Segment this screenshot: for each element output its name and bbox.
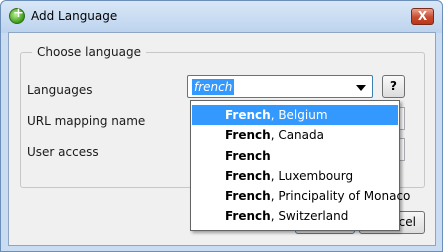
dropdown-item[interactable]: French, Canada (192, 125, 398, 145)
title-bar[interactable]: Add Language X (1, 1, 442, 33)
url-mapping-label: URL mapping name (27, 114, 146, 128)
languages-label: Languages (27, 83, 93, 97)
dropdown-item[interactable]: French, Luxembourg (192, 166, 398, 186)
app-icon (9, 6, 25, 24)
dropdown-item[interactable]: French, Switzerland (192, 206, 398, 226)
window-title: Add Language (31, 9, 118, 23)
help-button[interactable]: ? (382, 75, 405, 98)
add-language-dialog: Add Language X Choose language Languages… (0, 0, 443, 252)
dropdown-item[interactable]: French, Belgium (192, 105, 398, 125)
languages-combo-text[interactable]: french (192, 79, 235, 95)
user-access-label: User access (27, 145, 99, 159)
group-legend: Choose language (32, 45, 146, 59)
dropdown-item[interactable]: French (192, 146, 398, 166)
chevron-down-icon[interactable] (356, 85, 366, 91)
close-button[interactable]: X (411, 8, 434, 25)
dropdown-item[interactable]: French, Principality of Monaco (192, 186, 410, 206)
languages-combobox[interactable]: french (187, 75, 373, 98)
languages-dropdown-list[interactable]: French, Belgium French, Canada French Fr… (190, 100, 410, 231)
